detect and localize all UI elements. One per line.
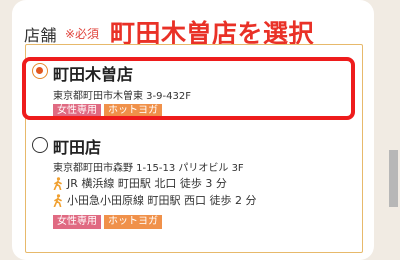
access-line: JR 横浜線 町田駅 北口 徒歩 3 分: [52, 175, 227, 191]
scrollbar-track[interactable]: [386, 0, 400, 260]
required-mark: ※必須: [65, 27, 100, 41]
store-field-label: 店舗: [24, 26, 58, 45]
access-line: 小田急小田原線 町田駅 西口 徒歩 2 分: [52, 192, 256, 208]
walking-person-icon: [53, 193, 62, 207]
tag-women-only: 女性専用: [53, 215, 101, 229]
store-address: 東京都町田市森野 1-15-13 パリオビル 3F: [53, 163, 244, 174]
selection-highlight-frame: [22, 57, 355, 120]
store-name: 町田店: [53, 138, 102, 157]
access-text: JR 横浜線 町田駅 北口 徒歩 3 分: [67, 177, 227, 190]
scrollbar-thumb[interactable]: [389, 150, 398, 207]
access-text: 小田急小田原線 町田駅 西口 徒歩 2 分: [67, 194, 257, 207]
radio-unselected-icon[interactable]: [32, 137, 48, 153]
walking-person-icon: [53, 176, 62, 190]
tag-hot-yoga: ホットヨガ: [104, 215, 162, 229]
